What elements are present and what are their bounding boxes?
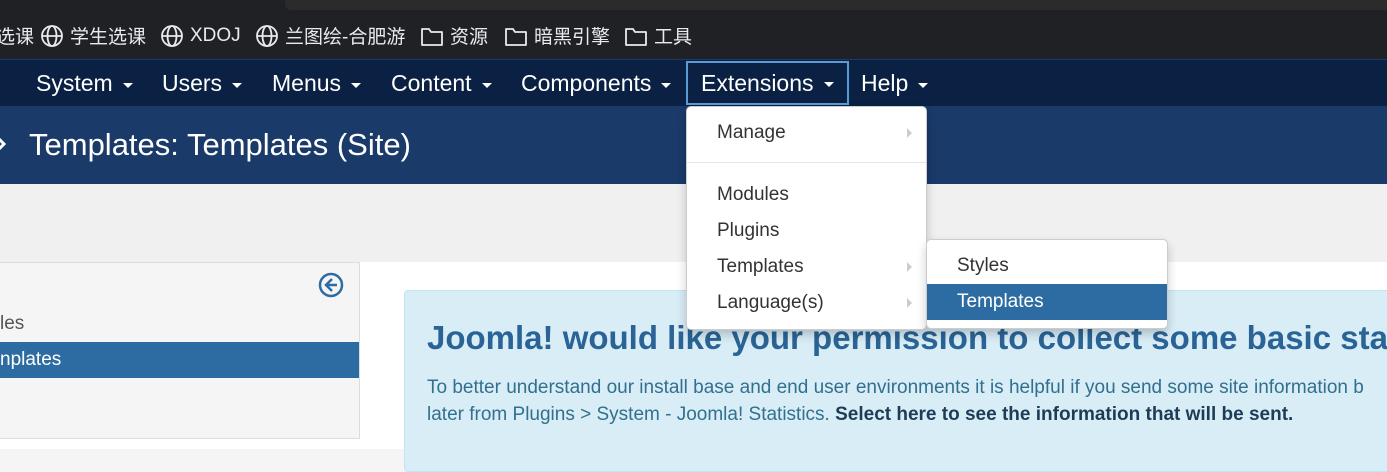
sidebar-item-templates[interactable]: nplates xyxy=(0,342,359,378)
arrow-right-icon xyxy=(0,137,7,151)
statistics-text-line1: To better understand our install base an… xyxy=(427,377,1364,398)
menu-item-label: Styles xyxy=(957,255,1009,276)
show-info-link[interactable]: Select here to see the information that … xyxy=(835,404,1293,425)
submenu-arrow-icon xyxy=(907,128,912,138)
bookmark-gongju[interactable]: 工具 xyxy=(624,12,692,59)
bookmark-label: XDOJ xyxy=(190,24,241,46)
submenu-arrow-icon xyxy=(907,262,912,272)
nav-components[interactable]: Components xyxy=(521,60,672,107)
bookmark-xdoj[interactable]: XDOJ xyxy=(160,12,241,59)
menu-item-languages[interactable]: Language(s) xyxy=(687,285,926,321)
statistics-text-line2: later from Plugins > System - Joomla! St… xyxy=(427,404,1293,426)
menu-item-label: Manage xyxy=(717,122,786,143)
extensions-dropdown: Manage Modules Plugins Templates Languag… xyxy=(686,106,927,330)
menu-item-label: Modules xyxy=(717,184,789,205)
menu-item-label: Language(s) xyxy=(717,292,824,313)
menu-item-label: Templates xyxy=(717,256,804,277)
caret-down-icon xyxy=(823,82,834,87)
nav-label: Help xyxy=(861,70,909,96)
menu-item-modules[interactable]: Modules xyxy=(687,177,926,213)
collapse-sidebar-icon[interactable] xyxy=(318,272,344,298)
submenu-arrow-icon xyxy=(907,298,912,308)
nav-label: Users xyxy=(162,70,223,96)
bookmark-label: 兰图绘-合肥游 xyxy=(285,27,406,48)
nav-help[interactable]: Help xyxy=(861,60,929,107)
globe-icon xyxy=(161,24,183,47)
bookmarks-bar: 选课 学生选课 XDOJ 兰图绘-合肥游 资源 暗黑引擎 工具 xyxy=(0,12,1387,59)
sidebar-item-label: nplates xyxy=(0,349,62,370)
submenu-item-styles[interactable]: Styles xyxy=(927,248,1167,284)
menu-item-plugins[interactable]: Plugins xyxy=(687,213,926,249)
sidebar: les nplates xyxy=(0,262,360,439)
bookmark-lantuhui[interactable]: 兰图绘-合肥游 xyxy=(255,12,405,59)
nav-label: Menus xyxy=(272,70,342,96)
caret-down-icon xyxy=(918,82,929,88)
admin-navbar: System Users Menus Content Components Ex… xyxy=(0,59,1387,107)
bookmark-label: 选课 xyxy=(0,27,35,48)
bookmark-label: 资源 xyxy=(450,27,489,48)
nav-system[interactable]: System xyxy=(36,60,133,107)
bookmark-label: 工具 xyxy=(654,27,693,48)
bookmark-anhei[interactable]: 暗黑引擎 xyxy=(504,12,610,59)
templates-submenu: Styles Templates xyxy=(926,239,1168,329)
nav-label: Components xyxy=(521,70,652,96)
bookmark-xuanke[interactable]: 选课 xyxy=(0,12,34,59)
sidebar-item-styles[interactable]: les xyxy=(0,306,359,342)
caret-down-icon xyxy=(661,82,672,88)
browser-top-strip xyxy=(0,0,1387,12)
globe-icon xyxy=(256,24,278,47)
nav-users[interactable]: Users xyxy=(162,60,243,107)
nav-label: Extensions xyxy=(701,69,814,96)
nav-extensions[interactable]: Extensions xyxy=(686,61,849,105)
caret-down-icon xyxy=(122,82,133,88)
statistics-text: later from Plugins > System - Joomla! St… xyxy=(427,404,836,425)
bookmark-xueshengxuanke[interactable]: 学生选课 xyxy=(40,12,146,59)
nav-content[interactable]: Content xyxy=(391,60,492,107)
caret-down-icon xyxy=(351,82,362,88)
caret-down-icon xyxy=(481,82,492,88)
menu-divider xyxy=(687,162,926,163)
menu-item-templates[interactable]: Templates xyxy=(687,249,926,285)
menu-item-manage[interactable]: Manage xyxy=(687,115,926,151)
menu-item-label: Templates xyxy=(957,291,1044,312)
bookmark-ziyuan[interactable]: 资源 xyxy=(420,12,488,59)
bookmark-label: 暗黑引擎 xyxy=(534,27,611,48)
page-title: Templates: Templates (Site) xyxy=(29,127,411,162)
sidebar-item-label: les xyxy=(0,313,25,334)
bookmark-label: 学生选课 xyxy=(70,27,147,48)
caret-down-icon xyxy=(232,82,243,88)
nav-label: Content xyxy=(391,70,472,96)
nav-menus[interactable]: Menus xyxy=(272,60,362,107)
folder-icon xyxy=(505,27,527,46)
folder-icon xyxy=(421,27,443,46)
menu-item-label: Plugins xyxy=(717,220,780,241)
nav-label: System xyxy=(36,70,113,96)
globe-icon xyxy=(41,24,63,47)
folder-icon xyxy=(625,27,647,46)
submenu-item-templates[interactable]: Templates xyxy=(927,284,1167,320)
